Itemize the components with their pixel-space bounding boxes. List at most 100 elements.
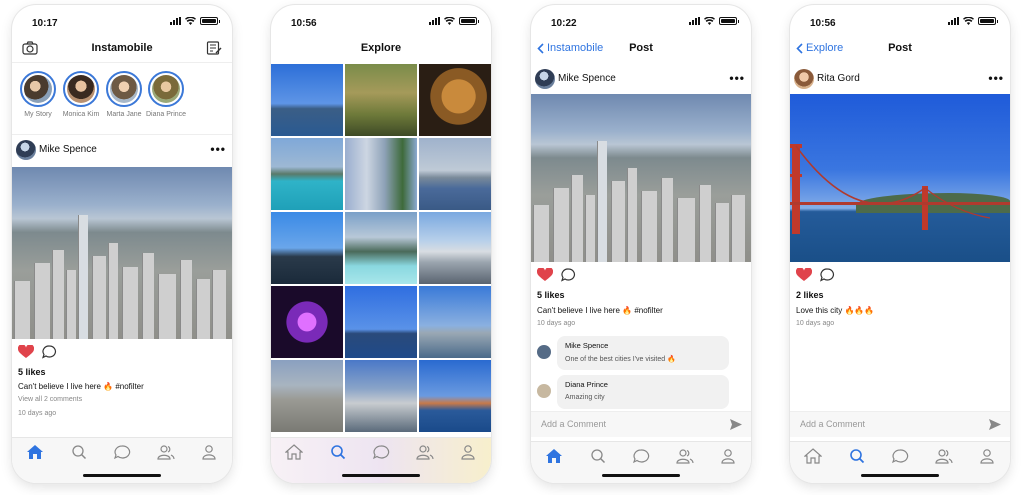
send-icon[interactable] (729, 418, 743, 436)
tab-bar (531, 441, 751, 483)
chat-icon[interactable] (891, 448, 909, 464)
compose-icon[interactable] (206, 41, 222, 60)
grid-photo[interactable] (419, 286, 491, 358)
home-indicator (342, 474, 420, 477)
comment-icon[interactable] (819, 268, 835, 284)
status-time: 10:22 (551, 18, 577, 29)
post-photo[interactable] (531, 94, 751, 262)
phone-post-detail: 10:22 Instamobile Post Mike Spence ••• 5… (531, 5, 751, 483)
battery-icon (459, 17, 479, 25)
comment-item: Mike Spence One of the best cities I've … (537, 336, 729, 370)
grid-photo[interactable] (419, 360, 491, 432)
post-header: Rita Gord ••• (790, 65, 1010, 95)
avatar (67, 75, 95, 103)
page-title: Post (888, 42, 912, 54)
search-icon[interactable] (70, 444, 88, 460)
chat-icon[interactable] (113, 444, 131, 460)
home-icon[interactable] (26, 444, 44, 460)
status-time: 10:17 (32, 18, 58, 29)
profile-icon[interactable] (459, 444, 477, 460)
screenshot-canvas: 10:17 Instamobile My Story Monica Kim Ma… (0, 0, 1024, 495)
post-photo[interactable] (12, 167, 232, 339)
users-icon[interactable] (157, 444, 175, 460)
search-icon[interactable] (848, 448, 866, 464)
heart-icon[interactable] (795, 267, 813, 284)
profile-icon[interactable] (978, 448, 996, 464)
grid-photo[interactable] (345, 64, 417, 136)
avatar[interactable] (794, 69, 814, 89)
heart-icon[interactable] (17, 344, 35, 361)
heart-icon[interactable] (536, 267, 554, 284)
grid-photo[interactable] (271, 286, 343, 358)
comment-author[interactable]: Diana Prince (565, 380, 721, 389)
users-icon[interactable] (416, 444, 434, 460)
tab-bar (271, 437, 491, 483)
story-item[interactable]: Marta Jane (101, 71, 147, 118)
comment-text: Amazing city (565, 394, 605, 401)
signal-icon (689, 17, 700, 25)
comment-author[interactable]: Mike Spence (565, 341, 721, 350)
avatar[interactable] (535, 69, 555, 89)
page-title: Post (629, 42, 653, 54)
more-icon[interactable]: ••• (988, 71, 1004, 85)
comment-item: Diana Prince Amazing city (537, 375, 729, 409)
chat-icon[interactable] (632, 448, 650, 464)
post-author[interactable]: Mike Spence (39, 144, 97, 155)
more-icon[interactable]: ••• (729, 71, 745, 85)
story-label: Diana Prince (145, 111, 187, 118)
avatar[interactable] (537, 384, 551, 398)
status-time: 10:56 (810, 18, 836, 29)
post-photo[interactable] (790, 94, 1010, 262)
comment-input[interactable]: Add a Comment (541, 419, 606, 429)
grid-photo[interactable] (345, 138, 417, 210)
post-actions (17, 344, 57, 361)
profile-icon[interactable] (719, 448, 737, 464)
users-icon[interactable] (676, 448, 694, 464)
status-icons (948, 17, 998, 25)
grid-photo[interactable] (345, 286, 417, 358)
story-item[interactable]: My Story (15, 71, 61, 118)
home-icon[interactable] (284, 444, 304, 460)
signal-icon (429, 17, 440, 25)
search-icon[interactable] (589, 448, 607, 464)
more-icon[interactable]: ••• (210, 142, 226, 156)
story-label: Marta Jane (106, 111, 142, 118)
story-item[interactable]: Diana Prince (143, 71, 189, 118)
post-actions (536, 267, 576, 284)
explore-grid (271, 64, 491, 483)
profile-icon[interactable] (200, 444, 218, 460)
grid-photo[interactable] (271, 64, 343, 136)
view-comments-link[interactable]: View all 2 comments (18, 396, 82, 403)
grid-photo[interactable] (345, 212, 417, 284)
phone-post-detail-explore: 10:56 Explore Post Rita Gord ••• 2 likes… (790, 5, 1010, 483)
wifi-icon (963, 17, 974, 25)
grid-photo[interactable] (419, 64, 491, 136)
users-icon[interactable] (935, 448, 953, 464)
avatar[interactable] (16, 140, 36, 160)
grid-photo[interactable] (271, 138, 343, 210)
post-author[interactable]: Mike Spence (558, 73, 616, 84)
chat-icon[interactable] (372, 444, 390, 460)
post-author[interactable]: Rita Gord (817, 73, 860, 84)
grid-photo[interactable] (271, 360, 343, 432)
comment-composer: Add a Comment (790, 411, 1010, 437)
phone-explore: 10:56 Explore (271, 5, 491, 483)
grid-photo[interactable] (271, 212, 343, 284)
home-icon[interactable] (803, 448, 823, 464)
comment-icon[interactable] (560, 268, 576, 284)
send-icon[interactable] (988, 418, 1002, 436)
comment-icon[interactable] (41, 345, 57, 361)
story-item[interactable]: Monica Kim (58, 71, 104, 118)
comment-input[interactable]: Add a Comment (800, 419, 865, 429)
wifi-icon (704, 17, 715, 25)
grid-photo[interactable] (345, 360, 417, 432)
home-icon[interactable] (545, 448, 563, 464)
home-indicator (861, 474, 939, 477)
signal-icon (170, 17, 181, 25)
avatar[interactable] (537, 345, 551, 359)
search-icon[interactable] (329, 444, 347, 460)
story-label: Monica Kim (62, 111, 100, 118)
grid-photo[interactable] (419, 212, 491, 284)
post-actions (795, 267, 835, 284)
grid-photo[interactable] (419, 138, 491, 210)
